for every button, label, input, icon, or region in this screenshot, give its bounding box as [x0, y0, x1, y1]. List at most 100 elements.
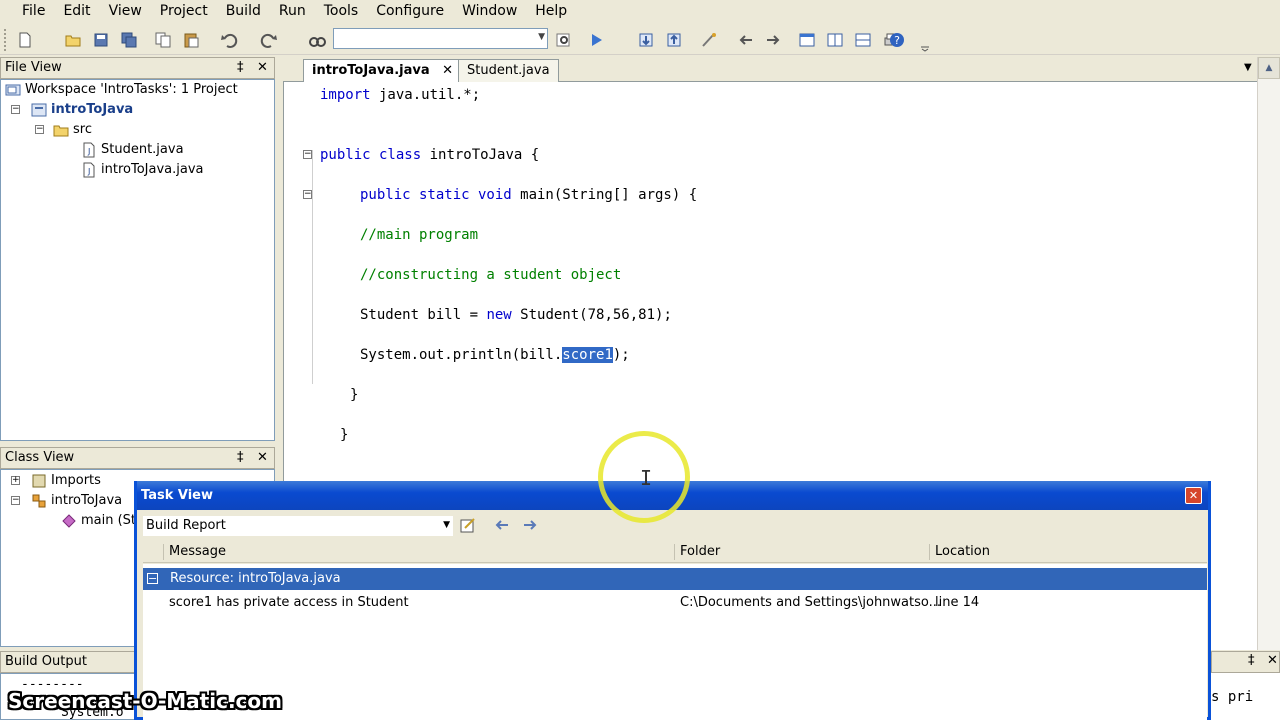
compile-icon[interactable] — [635, 29, 657, 51]
window-split-icon[interactable] — [824, 29, 846, 51]
pin-icon[interactable]: ‡ — [1248, 653, 1255, 668]
code-text: System.out.println(bill. — [360, 347, 563, 363]
workspace-node[interactable]: Workspace 'IntroTasks': 1 Project — [5, 80, 238, 99]
help-icon[interactable]: ? — [886, 29, 908, 51]
fold-icon[interactable]: − — [303, 190, 312, 199]
pin-icon[interactable]: ‡ — [237, 448, 244, 468]
new-file-icon[interactable] — [14, 29, 36, 51]
build-output-title-bar-right: ‡ ✕ — [1211, 651, 1280, 673]
save-all-icon[interactable] — [118, 29, 140, 51]
find-icon[interactable] — [306, 29, 328, 51]
imports-node[interactable]: Imports — [31, 471, 101, 490]
column-header-location[interactable]: Location — [935, 541, 990, 563]
close-icon[interactable]: ✕ — [257, 58, 268, 78]
expand-icon[interactable]: + — [11, 476, 20, 485]
paste-icon[interactable] — [180, 29, 202, 51]
project-node[interactable]: introToJava — [31, 100, 133, 119]
column-divider — [163, 544, 164, 560]
menu-window[interactable]: Window — [453, 1, 526, 21]
chevron-down-icon[interactable]: ▼ — [443, 516, 450, 535]
class-label: introToJava — [51, 493, 123, 508]
close-icon[interactable]: ✕ — [257, 448, 268, 468]
undo-icon[interactable] — [218, 29, 240, 51]
tab-introtojava[interactable]: introToJava.java ✕ — [303, 59, 463, 83]
watermark: Screencast-O-Matic.com — [8, 689, 282, 713]
menu-view[interactable]: View — [100, 1, 151, 21]
open-folder-icon[interactable] — [62, 29, 84, 51]
task-group-row[interactable]: − Resource: introToJava.java — [143, 568, 1207, 590]
file-node-introtojava[interactable]: J introToJava.java — [81, 160, 203, 179]
collapse-icon[interactable]: − — [147, 573, 158, 584]
column-header-message[interactable]: Message — [169, 541, 226, 563]
menu-tools[interactable]: Tools — [315, 1, 368, 21]
collapse-icon[interactable]: − — [11, 496, 20, 505]
task-view-window: Task View ✕ Build Report ▼ Message Folde… — [134, 481, 1211, 720]
scroll-up-icon[interactable]: ▲ — [1258, 57, 1280, 79]
chevron-down-icon[interactable]: ▼ — [538, 32, 545, 42]
file-view-title-bar: File View ‡ ✕ — [0, 57, 275, 79]
close-icon[interactable]: ✕ — [442, 63, 453, 78]
java-file-icon: J — [81, 142, 97, 158]
build-output-body-right: s pri — [1211, 673, 1280, 720]
debug-icon[interactable] — [698, 29, 720, 51]
menu-project[interactable]: Project — [151, 1, 217, 21]
toolbar-overflow-icon[interactable] — [914, 33, 936, 55]
file-node-student[interactable]: J Student.java — [81, 140, 184, 159]
build-icon[interactable] — [663, 29, 685, 51]
code-text: Student bill = — [360, 307, 487, 323]
pin-icon[interactable]: ‡ — [237, 58, 244, 78]
toolbar-grip[interactable] — [4, 29, 7, 51]
close-icon[interactable]: ✕ — [1185, 487, 1202, 504]
task-message: score1 has private access in Student — [169, 595, 409, 610]
task-location: line 14 — [935, 595, 980, 610]
menu-build[interactable]: Build — [217, 1, 270, 21]
file-label: introToJava.java — [101, 162, 204, 177]
code-text: introToJava { — [421, 147, 540, 163]
window-tile-icon[interactable] — [852, 29, 874, 51]
folder-icon — [53, 122, 69, 138]
svg-text:J: J — [87, 147, 90, 156]
workspace-icon — [5, 82, 21, 98]
project-icon — [31, 102, 47, 118]
code-keyword: public class — [320, 147, 422, 163]
class-node[interactable]: introToJava — [31, 491, 122, 510]
chevron-down-icon[interactable]: ▼ — [1244, 62, 1252, 73]
fold-icon[interactable]: − — [303, 150, 312, 159]
previous-task-icon[interactable] — [493, 516, 513, 536]
column-header-folder[interactable]: Folder — [680, 541, 720, 563]
back-arrow-icon[interactable] — [735, 29, 757, 51]
window-layout-icon[interactable] — [796, 29, 818, 51]
run-icon[interactable] — [585, 29, 607, 51]
save-icon[interactable] — [90, 29, 112, 51]
close-icon[interactable]: ✕ — [1267, 653, 1278, 668]
collapse-icon[interactable]: − — [11, 105, 20, 114]
menu-help[interactable]: Help — [526, 1, 576, 21]
task-filter-select[interactable]: Build Report ▼ — [143, 516, 453, 536]
tab-student[interactable]: Student.java — [458, 59, 559, 82]
code-keyword: import — [320, 87, 371, 103]
table-row[interactable]: score1 has private access in Student C:\… — [143, 592, 1207, 614]
file-view-title: File View — [5, 60, 62, 75]
redo-icon[interactable] — [258, 29, 280, 51]
menu-configure[interactable]: Configure — [367, 1, 453, 21]
column-divider[interactable] — [929, 544, 930, 560]
code-keyword: new — [486, 307, 512, 323]
collapse-icon[interactable]: − — [35, 125, 44, 134]
copy-icon[interactable] — [152, 29, 174, 51]
toolbar-search-combo[interactable]: ▼ — [333, 28, 548, 49]
editor-scrollbar[interactable]: ▲ — [1257, 57, 1280, 650]
src-folder-node[interactable]: src — [53, 120, 92, 139]
column-divider[interactable] — [674, 544, 675, 560]
class-icon — [31, 493, 47, 509]
menu-file[interactable]: File — [0, 1, 54, 21]
menu-run[interactable]: Run — [270, 1, 315, 21]
method-node[interactable]: main (Stri — [61, 511, 145, 530]
menu-bar: File Edit View Project Build Run Tools C… — [0, 0, 1280, 22]
find-in-files-icon[interactable] — [553, 29, 575, 51]
next-task-icon[interactable] — [521, 516, 541, 536]
edit-filter-icon[interactable] — [459, 516, 479, 536]
folder-label: src — [73, 122, 92, 137]
forward-arrow-icon[interactable] — [762, 29, 784, 51]
menu-edit[interactable]: Edit — [54, 1, 99, 21]
main-toolbar: ? — [0, 25, 1280, 55]
